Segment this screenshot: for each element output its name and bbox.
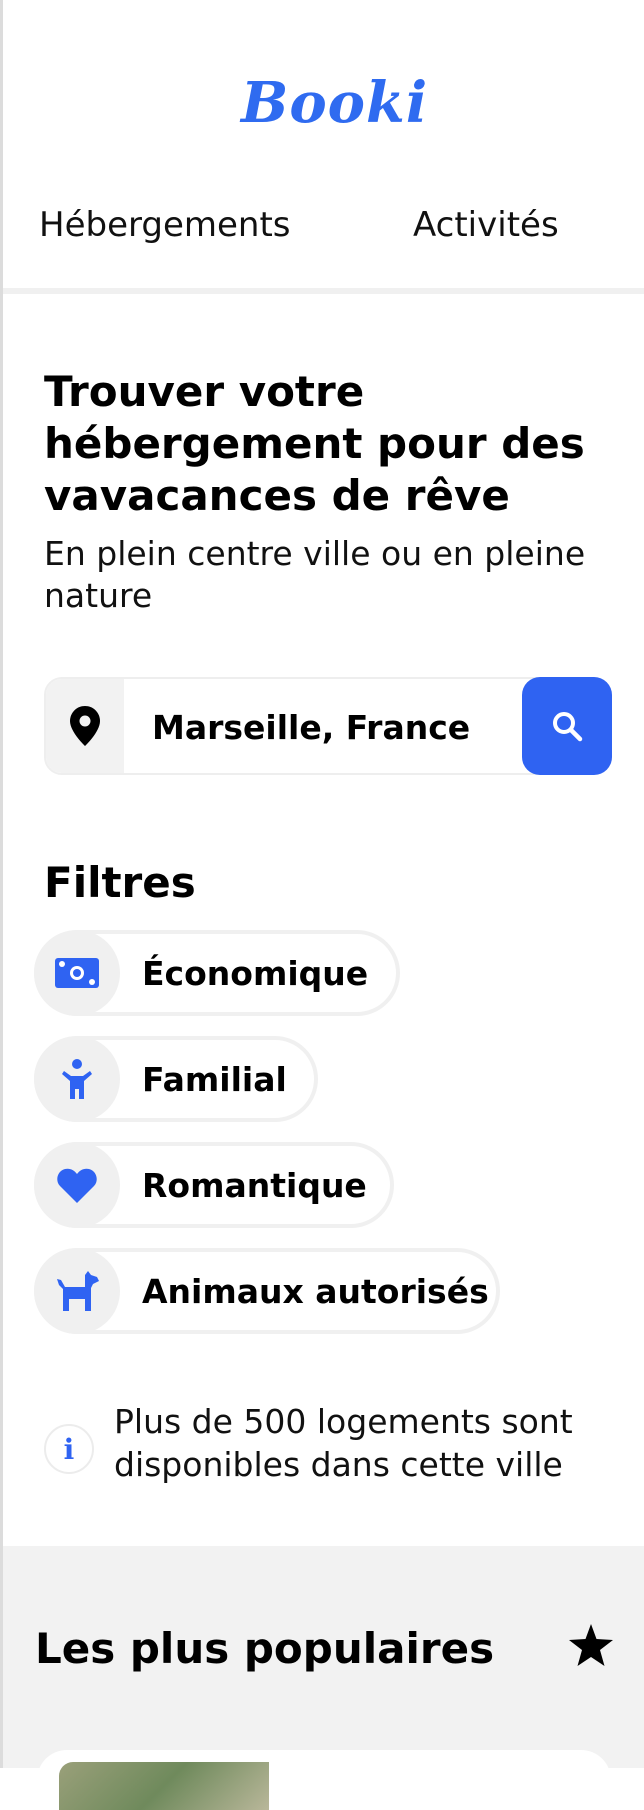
heart-icon [34,1142,120,1228]
hero-subtitle: En plein centre ville ou en pleine natur… [44,534,586,615]
star-icon [569,1624,613,1666]
search-button[interactable] [522,677,612,775]
booki-logo[interactable]: Booki [241,70,428,136]
filter-label: Économique [142,954,369,993]
site-header: Booki Hébergements Activités [3,0,644,290]
filter-animaux[interactable]: Animaux autorisés [34,1248,500,1334]
filter-romantique[interactable]: Romantique [34,1142,394,1228]
search-input[interactable] [150,701,514,753]
card-image [59,1762,269,1810]
header-divider [3,288,644,294]
filter-familial[interactable]: Familial [34,1036,318,1122]
filter-label: Animaux autorisés [142,1272,489,1311]
info-icon: i [44,1424,94,1474]
filter-label: Romantique [142,1166,367,1205]
filter-economique[interactable]: Économique [34,930,400,1016]
popular-card[interactable] [37,1750,611,1810]
nav-activites[interactable]: Activités [413,205,559,245]
popular-section: Les plus populaires [3,1546,644,1810]
money-icon [34,930,120,1016]
location-pin-icon [46,679,124,773]
popular-title: Les plus populaires [35,1624,495,1673]
hero-title: Trouver votre hébergement pour des vavac… [44,367,585,520]
child-icon [34,1036,120,1122]
search-icon [553,712,583,742]
dog-icon [34,1248,120,1334]
filter-label: Familial [142,1060,287,1099]
info-text: Plus de 500 logements sont disponibles d… [114,1402,573,1484]
search-bar [44,677,612,775]
nav-hebergements[interactable]: Hébergements [39,205,291,245]
filters-title: Filtres [44,858,196,907]
